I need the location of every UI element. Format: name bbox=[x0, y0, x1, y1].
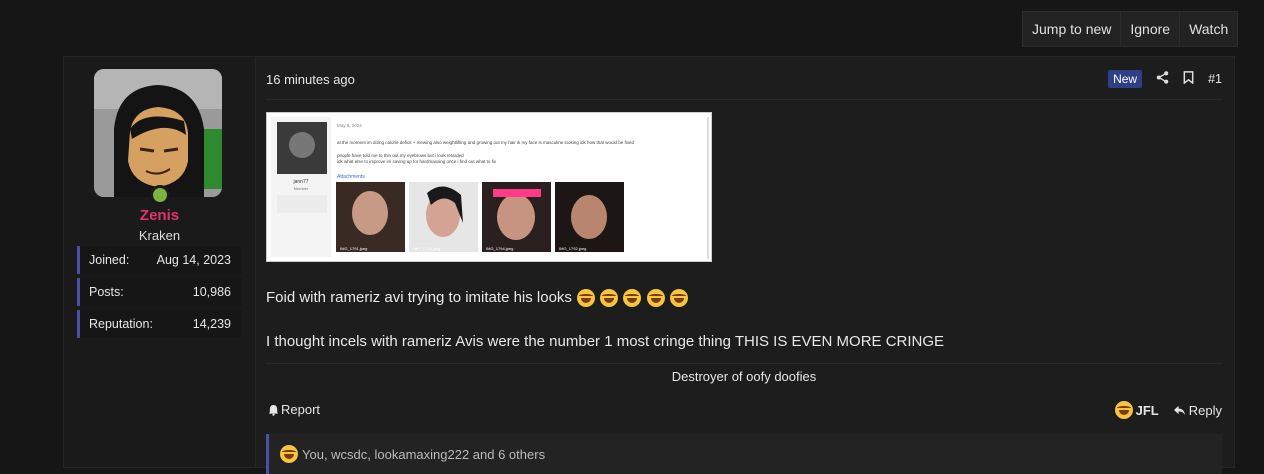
jfl-label: JFL bbox=[1135, 402, 1159, 418]
laughing-emoji-icon bbox=[669, 289, 688, 308]
attach-text-1: at the moment im doing calorie deficit +… bbox=[337, 140, 635, 145]
attach-file-1: IMG_1791.jpeg bbox=[340, 246, 367, 251]
reply-label: Reply bbox=[1188, 402, 1222, 418]
attach-label: Attachments bbox=[337, 174, 365, 180]
username[interactable]: Zenis bbox=[64, 207, 255, 224]
reply-button[interactable]: Reply bbox=[1173, 403, 1222, 418]
attach-text-3: idk what else to improve im saving up fo… bbox=[337, 159, 497, 164]
stat-value: 14,239 bbox=[192, 317, 231, 331]
laughing-emojis bbox=[576, 289, 688, 308]
jfl-reaction-button[interactable]: JFL bbox=[1114, 401, 1159, 419]
thread-actions: Jump to new Ignore Watch bbox=[1022, 11, 1239, 47]
reaction-actions: JFL Reply bbox=[1114, 401, 1222, 419]
stat-label: Posts: bbox=[89, 285, 124, 299]
attach-username: jann77 bbox=[292, 179, 308, 185]
stat-joined: Joined: Aug 14, 2023 bbox=[77, 246, 241, 274]
reactions-text: You, wcsdc, lookamaxing222 and 6 others bbox=[302, 446, 546, 462]
signature-divider bbox=[266, 363, 1222, 364]
reactions-summary[interactable]: You, wcsdc, lookamaxing222 and 6 others bbox=[266, 434, 1222, 474]
reply-arrow-icon bbox=[1173, 405, 1185, 415]
post-number-link[interactable]: #1 bbox=[1208, 72, 1222, 86]
message-line-2: I thought incels with rameriz Avis were … bbox=[266, 333, 945, 350]
bell-icon bbox=[268, 404, 279, 416]
jump-to-new-button[interactable]: Jump to new bbox=[1023, 12, 1120, 46]
user-column: Zenis Kraken Joined: Aug 14, 2023 Posts:… bbox=[64, 57, 256, 467]
laughing-emoji-icon bbox=[646, 289, 665, 308]
attach-text-2: people have told me to thin out my eyebr… bbox=[337, 153, 464, 158]
laughing-emoji-icon bbox=[600, 289, 619, 308]
stat-label: Reputation: bbox=[89, 317, 153, 331]
report-button[interactable]: Report bbox=[268, 402, 320, 417]
user-title: Kraken bbox=[138, 228, 181, 243]
stat-posts: Posts: 10,986 bbox=[77, 278, 241, 306]
attach-file-3: IMG_1794.jpeg bbox=[486, 246, 513, 251]
stat-label: Joined: bbox=[89, 253, 130, 267]
stat-reputation: Reputation: 14,239 bbox=[77, 310, 241, 338]
watch-button[interactable]: Watch bbox=[1179, 12, 1237, 46]
attach-file-2: IMG_1793.jpeg bbox=[413, 246, 440, 251]
share-icon[interactable] bbox=[1156, 71, 1169, 87]
divider bbox=[266, 99, 1222, 100]
report-label: Report bbox=[281, 402, 321, 417]
laughing-emoji-icon bbox=[623, 289, 642, 308]
online-status-icon bbox=[150, 185, 170, 205]
attached-screenshot[interactable]: jann77 Member May 8, 2024 at the moment … bbox=[266, 112, 712, 262]
laughing-emoji-icon bbox=[577, 289, 596, 308]
post: Zenis Kraken Joined: Aug 14, 2023 Posts:… bbox=[63, 56, 1235, 474]
bookmark-icon[interactable] bbox=[1183, 71, 1194, 87]
attach-file-4: IMG_1792.jpeg bbox=[559, 246, 586, 251]
signature: Destroyer of oofy doofies bbox=[671, 369, 817, 384]
laughing-emoji-icon bbox=[280, 445, 298, 463]
stat-value: Aug 14, 2023 bbox=[156, 253, 231, 267]
laughing-emoji-icon bbox=[1114, 401, 1133, 419]
post-timestamp[interactable]: 16 minutes ago bbox=[266, 72, 355, 87]
new-badge: New bbox=[1108, 70, 1143, 88]
avatar[interactable] bbox=[94, 69, 222, 197]
message-text: Foid with rameriz avi trying to imitate … bbox=[266, 289, 572, 306]
ignore-button[interactable]: Ignore bbox=[1120, 12, 1179, 46]
attach-date: May 8, 2024 bbox=[337, 123, 362, 128]
stat-value: 10,986 bbox=[192, 285, 231, 299]
post-header-actions: New #1 bbox=[1108, 70, 1222, 88]
message-line-1: Foid with rameriz avi trying to imitate … bbox=[266, 289, 688, 308]
attach-role: Member bbox=[294, 186, 309, 191]
